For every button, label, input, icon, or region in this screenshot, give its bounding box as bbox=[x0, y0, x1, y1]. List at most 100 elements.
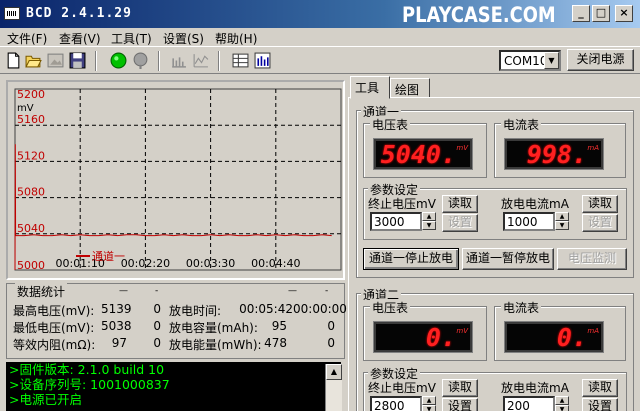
y-tick-label: 5000 bbox=[17, 259, 45, 272]
save-icon[interactable] bbox=[69, 52, 86, 69]
ammeter-label: 电流表 bbox=[501, 116, 542, 133]
channel1-stop-discharge-button[interactable]: 通道一停止放电 bbox=[363, 248, 459, 270]
channel2-current-read-button[interactable]: 读取 bbox=[582, 379, 618, 397]
stats-col-mark: — bbox=[288, 286, 297, 296]
log-console[interactable]: >固件版本: 2.1.0 build 10 >设备序列号: 1001000837… bbox=[6, 362, 341, 411]
tab-plot[interactable]: 绘图 bbox=[390, 78, 430, 98]
channel1-group: 通道一 电压表 5040. mV 电流表 998. mA 参数设定 终止电压mV… bbox=[356, 103, 634, 278]
channel2-current-input[interactable]: 200 bbox=[503, 396, 555, 411]
toolbar-separator bbox=[158, 51, 160, 71]
channel2-current-spinner[interactable]: ▲ ▼ bbox=[555, 396, 569, 411]
new-file-icon[interactable] bbox=[5, 52, 22, 69]
com-port-select[interactable]: COM10 ▼ bbox=[499, 50, 561, 71]
green-run-icon[interactable] bbox=[110, 52, 127, 69]
stats-col-mark: - bbox=[155, 286, 159, 296]
channel2-ammeter-group: 电流表 0. mA bbox=[494, 299, 626, 361]
toolbar-separator bbox=[218, 51, 220, 71]
channel1-cutoff-spinner[interactable]: ▲ ▼ bbox=[422, 212, 436, 231]
discharge-current-label: 放电电流mA bbox=[501, 197, 569, 211]
stat-label: 放电容量(mAh): bbox=[169, 321, 258, 335]
menu-bar: 文件(F) 查看(V) 工具(T) 设置(S) 帮助(H) bbox=[0, 28, 640, 46]
channel2-cutoff-spinner[interactable]: ▲ ▼ bbox=[422, 396, 436, 411]
cutoff-voltage-label: 终止电压mV bbox=[368, 381, 436, 395]
channel2-current-set-button[interactable]: 设置 bbox=[582, 398, 618, 411]
stat-value: 0 bbox=[327, 319, 335, 333]
channel2-cutoff-input[interactable]: 2800 bbox=[370, 396, 422, 411]
channel1-voltmeter-group: 电压表 5040. mV bbox=[363, 116, 487, 178]
stat-value: 0 bbox=[153, 302, 161, 316]
maximize-button[interactable]: □ bbox=[592, 5, 610, 22]
channel1-cutoff-input[interactable]: 3000 bbox=[370, 212, 422, 231]
channel1-pause-discharge-button[interactable]: 通道一暂停放电 bbox=[462, 248, 554, 270]
chart-series bbox=[14, 144, 332, 271]
tab-tools[interactable]: 工具 bbox=[350, 76, 390, 99]
stats-group: 数据统计 — - — - 最高电压(mV): 5139 0 放电时间: 00:0… bbox=[6, 283, 347, 359]
app-icon bbox=[4, 7, 20, 20]
cutoff-voltage-label: 终止电压mV bbox=[368, 197, 436, 211]
x-tick-label: 00:04:40 bbox=[251, 257, 300, 270]
channel2-cutoff-read-button[interactable]: 读取 bbox=[442, 379, 478, 397]
y-tick-label: 5160 bbox=[17, 113, 45, 126]
voltage-monitor-button[interactable]: 电压监测 bbox=[557, 248, 627, 270]
y-axis-unit-label: mV bbox=[17, 103, 34, 114]
disabled-image-icon[interactable] bbox=[47, 52, 64, 69]
channel1-cutoff-read-button[interactable]: 读取 bbox=[442, 195, 478, 213]
channel1-current-input[interactable]: 1000 bbox=[503, 212, 555, 231]
bar-chart-icon[interactable] bbox=[254, 52, 271, 69]
scroll-up-icon[interactable]: ▲ bbox=[326, 364, 342, 380]
stat-value: 478 bbox=[264, 336, 287, 350]
open-folder-icon[interactable] bbox=[25, 52, 42, 69]
channel1-current-set-button[interactable]: 设置 bbox=[582, 214, 618, 232]
menu-tools[interactable]: 工具(T) bbox=[111, 30, 152, 47]
toolbar: COM10 ▼ 关闭电源 bbox=[0, 46, 640, 74]
stat-value: 0 bbox=[327, 336, 335, 350]
lcd-value: 998. bbox=[526, 140, 587, 169]
menu-settings[interactable]: 设置(S) bbox=[163, 30, 204, 47]
title-bar[interactable]: BCD 2.4.1.29 PLAYCASE.COM _ □ × bbox=[0, 0, 640, 28]
chart-svg: 520051605120508050405000mV00:01:10 00:02:… bbox=[14, 88, 342, 272]
channel2-voltmeter-group: 电压表 0. mV bbox=[363, 299, 487, 361]
discharge-current-label: 放电电流mA bbox=[501, 381, 569, 395]
legend-label: 通道一 bbox=[92, 249, 125, 263]
chart-grid bbox=[14, 88, 342, 271]
chart-frame bbox=[14, 88, 342, 271]
stat-label: 最高电压(mV): bbox=[13, 304, 95, 318]
power-off-button[interactable]: 关闭电源 bbox=[567, 49, 634, 71]
y-tick-label: 5200 bbox=[17, 88, 45, 101]
log-line: >设备序列号: 1001000837 bbox=[9, 377, 170, 392]
stat-label: 放电能量(mWh): bbox=[169, 338, 262, 352]
minimize-button[interactable]: _ bbox=[572, 5, 590, 22]
watermark-text: PLAYCASE.COM bbox=[402, 3, 556, 27]
channel2-current-display: 0. mA bbox=[505, 322, 603, 352]
channel2-cutoff-set-button[interactable]: 设置 bbox=[442, 398, 478, 411]
x-tick-label: 00:02:20 bbox=[121, 257, 170, 270]
channel1-current-display: 998. mA bbox=[505, 139, 603, 169]
channel2-params-group: 参数设定 终止电压mV 2800 ▲ ▼ 读取 设置 放电电流mA 200 ▲ ▼ … bbox=[363, 365, 627, 411]
stats-title: 数据统计 bbox=[15, 283, 68, 300]
y-tick-label: 5040 bbox=[17, 222, 45, 235]
stat-label: 等效内阻(mΩ): bbox=[13, 338, 96, 352]
chevron-down-icon[interactable]: ▼ bbox=[544, 52, 559, 69]
com-port-value: COM10 bbox=[504, 54, 548, 68]
y-tick-label: 5120 bbox=[17, 149, 45, 162]
table-icon[interactable] bbox=[232, 52, 249, 69]
chart-wave-icon[interactable] bbox=[192, 52, 209, 69]
channel1-cutoff-set-button[interactable]: 设置 bbox=[442, 214, 478, 232]
menu-help[interactable]: 帮助(H) bbox=[215, 30, 257, 47]
gray-stop-icon[interactable] bbox=[132, 52, 149, 69]
stats-col-mark: - bbox=[325, 286, 329, 296]
chart-bars-icon[interactable] bbox=[170, 52, 187, 69]
console-scrollbar[interactable]: ▲ bbox=[325, 364, 342, 411]
close-button[interactable]: × bbox=[615, 5, 633, 22]
voltmeter-label: 电压表 bbox=[370, 116, 411, 133]
channel1-current-read-button[interactable]: 读取 bbox=[582, 195, 618, 213]
menu-view[interactable]: 查看(V) bbox=[59, 30, 101, 47]
stat-value: 97 bbox=[111, 336, 127, 350]
stat-value: 95 bbox=[271, 319, 287, 333]
lcd-value: 0. bbox=[556, 323, 587, 352]
x-tick-label: 00:03:30 bbox=[186, 257, 235, 270]
channel1-current-spinner[interactable]: ▲ ▼ bbox=[555, 212, 569, 231]
voltage-chart: 5200 5160 5120 5080 5040 5000 mV 00:01:10 00:02:… bbox=[6, 80, 345, 280]
voltmeter-label: 电压表 bbox=[370, 299, 411, 316]
menu-file[interactable]: 文件(F) bbox=[7, 30, 47, 47]
